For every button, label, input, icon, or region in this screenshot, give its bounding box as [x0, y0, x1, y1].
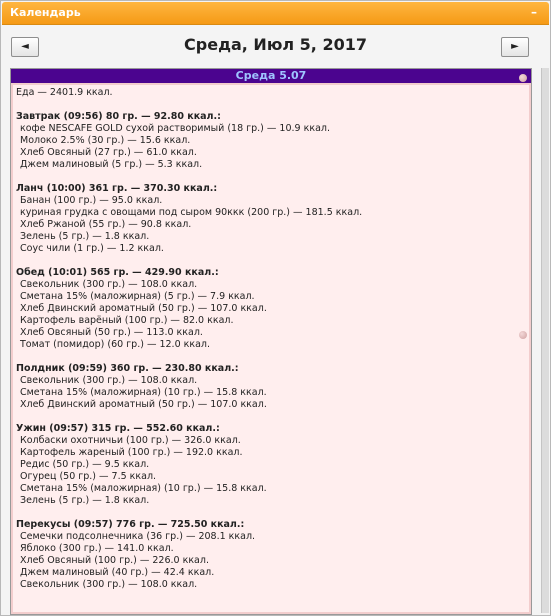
food-item[interactable]: Семечки подсолнечника (36 гр.) — 208.1 к… [16, 531, 529, 543]
meal-header[interactable]: Полдник (09:59) 360 гр. — 230.80 ккал.: [16, 363, 529, 375]
food-item[interactable]: Томат (помидор) (60 гр.) — 12.0 ккал. [16, 339, 529, 351]
food-item[interactable]: Свекольник (300 гр.) — 108.0 ккал. [16, 279, 529, 291]
meal-header[interactable]: Ужин (09:57) 315 гр. — 552.60 ккал.: [16, 423, 529, 435]
food-item[interactable]: Банан (100 гр.) — 95.0 ккал. [16, 195, 529, 207]
day-header[interactable]: Среда 5.07 [11, 69, 531, 83]
food-item[interactable]: Джем малиновый (5 гр.) — 5.3 ккал. [16, 159, 529, 171]
food-item[interactable]: Соус чили (1 гр.) — 1.2 ккал. [16, 243, 529, 255]
meal-block: Обед (10:01) 565 гр. — 429.90 ккал.: Свек… [16, 267, 529, 351]
day-body: Еда — 2401.9 ккал. Завтрак (09:56) 80 гр… [11, 83, 531, 614]
food-item[interactable]: Сметана 15% (маложирная) (10 гр.) — 15.8… [16, 483, 529, 495]
food-item[interactable]: Редис (50 гр.) — 9.5 ккал. [16, 459, 529, 471]
date-navigation: ◄ Среда, Июл 5, 2017 ► [1, 25, 550, 65]
next-day-button[interactable]: ► [501, 37, 529, 57]
food-item[interactable]: Хлеб Ржаной (55 гр.) — 90.8 ккал. [16, 219, 529, 231]
meal-block: Ланч (10:00) 361 гр. — 370.30 ккал.: Бана… [16, 183, 529, 255]
food-item[interactable]: Хлеб Овсяный (27 гр.) — 61.0 ккал. [16, 147, 529, 159]
food-item[interactable]: Свекольник (300 гр.) — 108.0 ккал. [16, 375, 529, 387]
food-item[interactable]: Джем малиновый (40 гр.) — 42.4 ккал. [16, 567, 529, 579]
meal-header[interactable]: Перекусы (09:57) 776 гр. — 725.50 ккал.: [16, 519, 529, 531]
meal-block: Полдник (09:59) 360 гр. — 230.80 ккал.: С… [16, 363, 529, 411]
scrollbar[interactable] [541, 68, 549, 613]
day-total: Еда — 2401.9 ккал. [16, 87, 113, 98]
food-item[interactable]: Картофель варёный (100 гр.) — 82.0 ккал. [16, 315, 529, 327]
window-title: Календарь [10, 6, 81, 19]
meal-block: Перекусы (09:57) 776 гр. — 725.50 ккал.:… [16, 519, 529, 591]
food-item[interactable]: Зелень (5 гр.) — 1.8 ккал. [16, 231, 529, 243]
date-title: Среда, Июл 5, 2017 [184, 35, 367, 54]
meal-header[interactable]: Завтрак (09:56) 80 гр. — 92.80 ккал.: [16, 111, 529, 123]
window-titlebar: Календарь – [2, 2, 549, 25]
day-panel: Среда 5.07 Еда — 2401.9 ккал. Завтрак (0… [10, 68, 532, 615]
meal-block: Ужин (09:57) 315 гр. — 552.60 ккал.: Колб… [16, 423, 529, 507]
meal-block: Завтрак (09:56) 80 гр. — 92.80 ккал.: коф… [16, 111, 529, 171]
food-item[interactable]: Хлеб Двинский ароматный (50 гр.) — 107.0… [16, 399, 529, 411]
food-item[interactable]: Свекольник (300 гр.) — 108.0 ккал. [16, 579, 529, 591]
food-item[interactable]: Яблоко (300 гр.) — 141.0 ккал. [16, 543, 529, 555]
minimize-icon[interactable]: – [527, 6, 541, 19]
food-item[interactable]: Хлеб Двинский ароматный (50 гр.) — 107.0… [16, 303, 529, 315]
meal-header[interactable]: Обед (10:01) 565 гр. — 429.90 ккал.: [16, 267, 529, 279]
food-item[interactable]: кофе NESCAFE GOLD сухой растворимый (18 … [16, 123, 529, 135]
food-item[interactable]: Колбаски охотничьи (100 гр.) — 326.0 кка… [16, 435, 529, 447]
food-item[interactable]: Молоко 2.5% (30 гр.) — 15.6 ккал. [16, 135, 529, 147]
food-item[interactable]: Хлеб Овсяный (50 гр.) — 113.0 ккал. [16, 327, 529, 339]
entry-marker-icon[interactable] [519, 74, 527, 82]
food-item[interactable]: Зелень (5 гр.) — 1.8 ккал. [16, 495, 529, 507]
food-item[interactable]: Сметана 15% (маложирная) (5 гр.) — 7.9 к… [16, 291, 529, 303]
food-item[interactable]: Картофель жареный (100 гр.) — 192.0 ккал… [16, 447, 529, 459]
food-item[interactable]: Огурец (50 гр.) — 7.5 ккал. [16, 471, 529, 483]
calendar-window: Календарь – ◄ Среда, Июл 5, 2017 ► Среда… [0, 0, 551, 616]
food-item[interactable]: Хлеб Овсяный (100 гр.) — 226.0 ккал. [16, 555, 529, 567]
entry-marker-icon[interactable] [519, 331, 527, 339]
food-item[interactable]: Сметана 15% (маложирная) (10 гр.) — 15.8… [16, 387, 529, 399]
food-item[interactable]: куриная грудка с овощами под сыром 90ккк… [16, 207, 529, 219]
meal-header[interactable]: Ланч (10:00) 361 гр. — 370.30 ккал.: [16, 183, 529, 195]
